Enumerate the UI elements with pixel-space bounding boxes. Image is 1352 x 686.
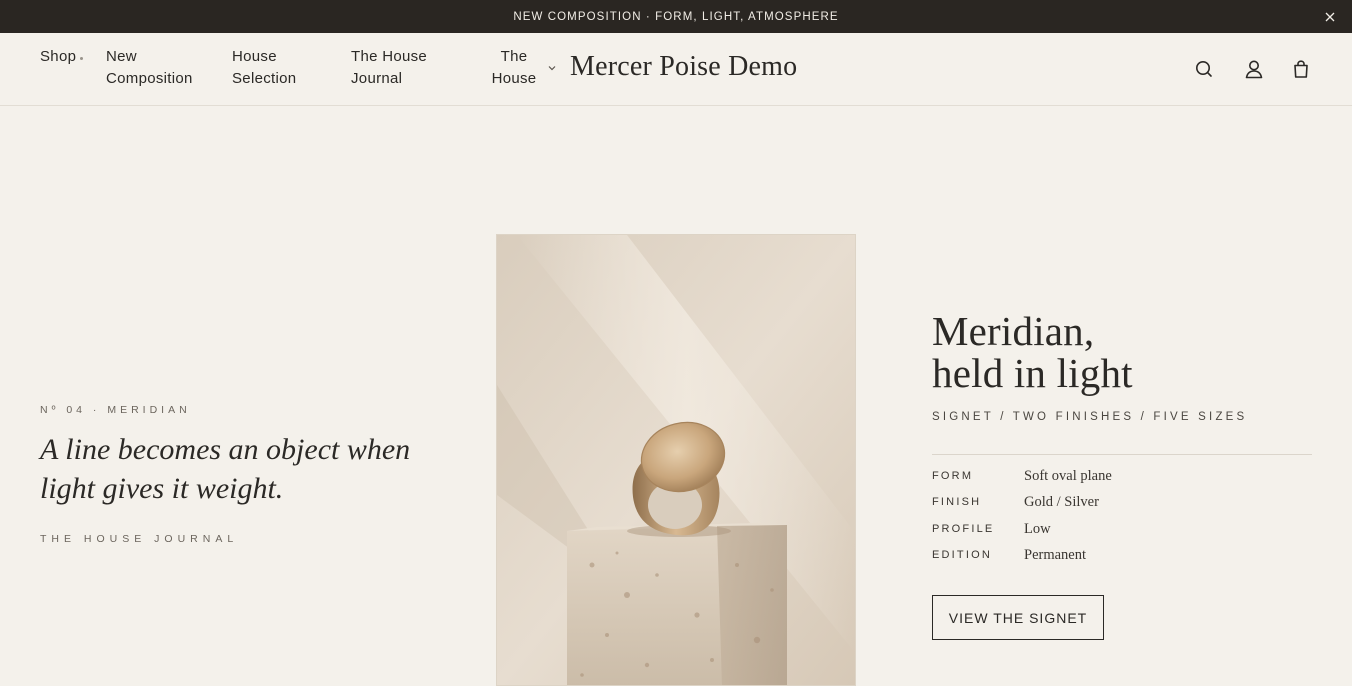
spec-key: EDITION	[932, 549, 993, 561]
announcement-bar: NEW COMPOSITION · FORM, LIGHT, ATMOSPHER…	[0, 0, 1352, 33]
product-title-line2: held in light	[932, 350, 1133, 396]
spec-row: PROFILE Low	[932, 519, 1051, 539]
nav-new-composition[interactable]: New Composition	[106, 46, 216, 90]
spec-value: Gold / Silver	[1024, 493, 1099, 510]
spec-key: FORM	[932, 470, 974, 482]
product-image	[496, 234, 856, 686]
bag-icon[interactable]	[1290, 58, 1312, 80]
dot-icon	[80, 56, 84, 60]
product-title: Meridian, held in light	[932, 310, 1133, 394]
account-icon[interactable]	[1243, 58, 1265, 80]
nav-shop[interactable]: Shop	[40, 46, 84, 68]
spec-value: Permanent	[1024, 546, 1087, 563]
product-title-line1: Meridian,	[932, 308, 1095, 354]
nav-shop-label: Shop	[40, 48, 77, 65]
announcement-text: NEW COMPOSITION · FORM, LIGHT, ATMOSPHER…	[513, 10, 839, 23]
spec-row: FORM Soft oval plane	[932, 466, 1112, 486]
spec-row: FINISH Gold / Silver	[932, 492, 1099, 512]
house-journal-link[interactable]: THE HOUSE JOURNAL	[40, 533, 238, 545]
nav-house-selection[interactable]: House Selection	[232, 46, 322, 90]
site-header: Shop New Composition House Selection The…	[0, 33, 1352, 106]
spec-key: FINISH	[932, 496, 982, 508]
spec-key: PROFILE	[932, 523, 995, 535]
view-signet-button[interactable]: VIEW THE SIGNET	[932, 595, 1104, 640]
nav-the-house[interactable]: The House	[487, 46, 541, 90]
product-subtitle: SIGNET / TWO FINISHES / FIVE SIZES	[932, 411, 1248, 423]
chevron-down-icon[interactable]	[547, 64, 557, 72]
close-icon[interactable]	[1322, 9, 1338, 25]
collection-eyebrow: Nº 04 · MERIDIAN	[40, 404, 191, 416]
spec-value: Soft oval plane	[1024, 467, 1112, 484]
search-icon[interactable]	[1193, 58, 1215, 80]
divider	[932, 454, 1312, 455]
spec-value: Low	[1024, 520, 1051, 537]
brand-logo[interactable]: Mercer Poise Demo	[570, 51, 797, 83]
editorial-quote: A line becomes an object when light give…	[40, 433, 411, 505]
spec-row: EDITION Permanent	[932, 545, 1086, 565]
nav-house-journal[interactable]: The House Journal	[351, 46, 461, 90]
